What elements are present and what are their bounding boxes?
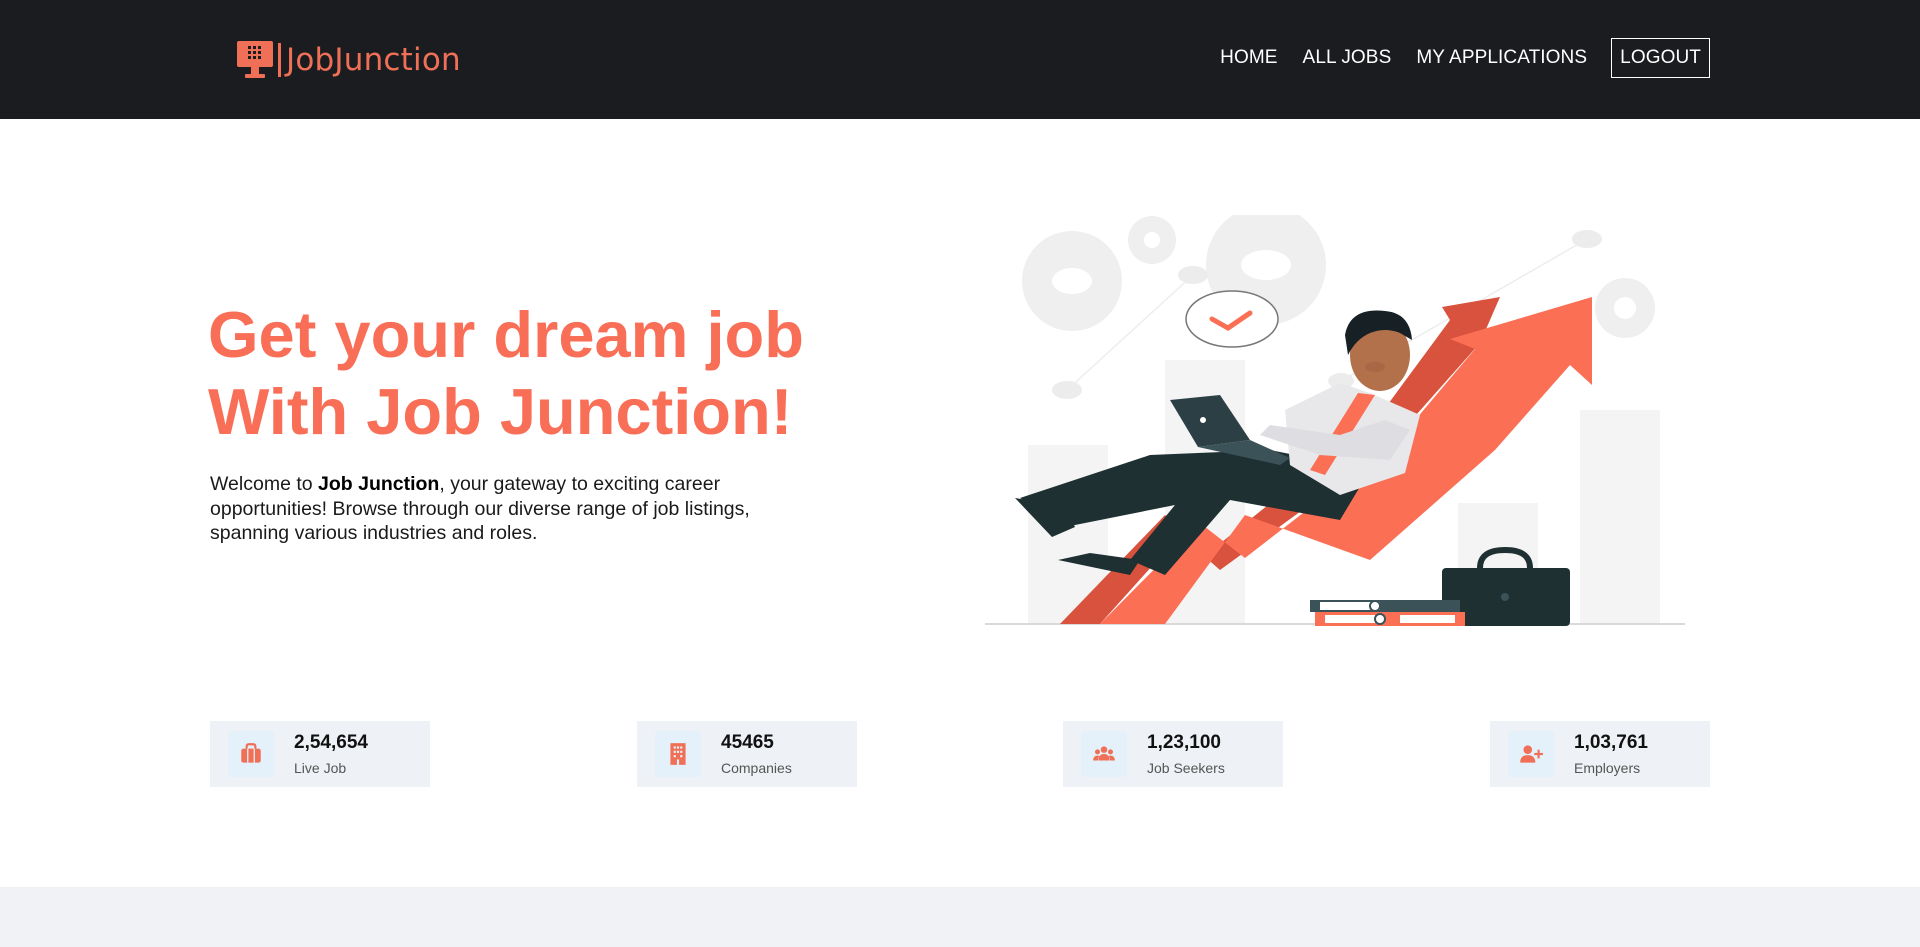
monitor-logo-icon	[237, 41, 273, 78]
stat-label: Job Seekers	[1147, 759, 1225, 776]
hero-intro-brand: Job Junction	[318, 473, 440, 495]
stat-value: 2,54,654	[294, 731, 368, 753]
stat-value: 1,03,761	[1574, 731, 1648, 753]
brand-logo[interactable]: JobJunction	[236, 40, 461, 80]
stat-label: Companies	[721, 759, 792, 776]
nav-all-jobs[interactable]: ALL JOBS	[1303, 47, 1392, 69]
logo-divider	[278, 43, 281, 77]
stat-card-job-seekers: 1,23,100 Job Seekers	[1063, 721, 1283, 787]
logout-button[interactable]: LOGOUT	[1611, 38, 1710, 78]
building-icon	[655, 731, 701, 777]
main-nav: HOME ALL JOBS MY APPLICATIONS LOGOUT	[1195, 38, 1710, 78]
stat-value: 1,23,100	[1147, 731, 1221, 753]
stat-value: 45465	[721, 731, 774, 753]
hero-title-line-1: Get your dream job	[208, 298, 804, 371]
stat-card-employers: 1,03,761 Employers	[1490, 721, 1710, 787]
stats-row: 2,54,654 Live Job 45465 Companies 1,23,1…	[210, 721, 1710, 787]
nav-my-applications[interactable]: MY APPLICATIONS	[1416, 47, 1587, 69]
hero-intro: Welcome to Job Junction, your gateway to…	[210, 472, 800, 546]
hero-title: Get your dream job With Job Junction!	[208, 296, 804, 450]
users-icon	[1081, 731, 1127, 777]
next-section-band	[0, 887, 1920, 947]
brand-name: JobJunction	[286, 42, 461, 78]
stat-card-live-job: 2,54,654 Live Job	[210, 721, 430, 787]
growth-chart-illustration	[985, 215, 1685, 626]
briefcase-icon	[228, 731, 274, 777]
stat-label: Live Job	[294, 759, 347, 776]
stat-card-companies: 45465 Companies	[637, 721, 857, 787]
nav-home[interactable]: HOME	[1220, 47, 1277, 69]
hero-intro-prefix: Welcome to	[210, 473, 319, 495]
stat-label: Employers	[1574, 759, 1641, 776]
hero-title-line-2: With Job Junction!	[208, 375, 793, 448]
navbar: JobJunction HOME ALL JOBS MY APPLICATION…	[0, 0, 1920, 119]
user-plus-icon	[1508, 731, 1554, 777]
